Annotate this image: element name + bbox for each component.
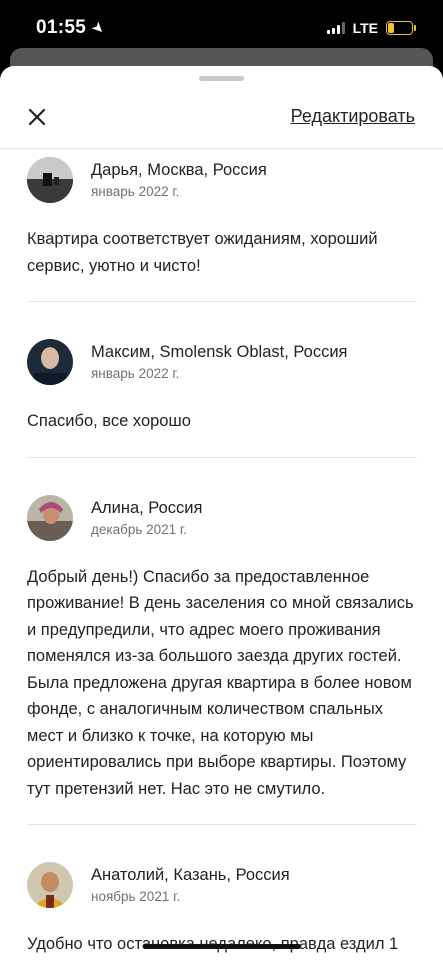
reviews-list: Дарья, Москва, Россия январь 2022 г. Ква… — [27, 156, 417, 960]
close-icon — [28, 108, 46, 126]
reviewer-name: Дарья, Москва, Россия — [91, 161, 267, 179]
status-time: 01:55 ➤ — [36, 17, 109, 39]
location-arrow-icon: ➤ — [87, 17, 109, 39]
review-header: Максим, Smolensk Oblast, Россия январь 2… — [27, 338, 417, 386]
reviewer-meta: Максим, Smolensk Oblast, Россия январь 2… — [91, 342, 347, 382]
review-date: январь 2022 г. — [91, 366, 180, 381]
edit-link[interactable]: Редактировать — [291, 106, 415, 127]
status-indicators: LTE ⚡ — [326, 20, 416, 36]
signal-strength-icon — [326, 22, 345, 34]
review-divider — [27, 824, 417, 825]
review-item: Дарья, Москва, Россия январь 2022 г. Ква… — [27, 156, 417, 302]
header-divider — [0, 148, 443, 149]
review-header: Анатолий, Казань, Россия ноябрь 2021 г. — [27, 861, 417, 909]
review-item: Алина, Россия декабрь 2021 г. Добрый ден… — [27, 494, 417, 825]
review-divider — [27, 301, 417, 302]
avatar[interactable] — [27, 157, 73, 203]
avatar[interactable] — [27, 862, 73, 908]
review-divider — [27, 456, 417, 458]
battery-charging-icon: ⚡ — [386, 21, 416, 35]
review-text: Добрый день!) Спасибо за предоставленное… — [27, 567, 414, 798]
reviewer-meta: Алина, Россия декабрь 2021 г. — [91, 498, 202, 538]
reviewer-meta: Дарья, Москва, Россия январь 2022 г. — [91, 160, 267, 200]
reviewer-name: Максим, Smolensk Oblast, Россия — [91, 343, 348, 361]
review-text: Квартира соответствует ожиданиям, хороши… — [27, 230, 378, 275]
network-type: LTE — [352, 20, 378, 36]
review-text: Спасибо, все хорошо — [27, 412, 191, 430]
review-date: декабрь 2021 г. — [91, 521, 187, 537]
reviewer-name: Алина, Россия — [91, 498, 203, 517]
avatar[interactable] — [27, 339, 73, 385]
review-date: январь 2022 г. — [91, 184, 180, 199]
review-header: Алина, Россия декабрь 2021 г. — [27, 494, 417, 542]
close-button[interactable] — [24, 104, 50, 130]
sheet-grabber[interactable] — [199, 76, 244, 81]
clock: 01:55 — [36, 17, 87, 38]
home-indicator[interactable] — [143, 944, 301, 949]
review-item: Максим, Smolensk Oblast, Россия январь 2… — [27, 338, 417, 458]
review-header: Дарья, Москва, Россия январь 2022 г. — [27, 156, 417, 204]
review-date: ноябрь 2021 г. — [91, 889, 181, 904]
reviewer-name: Анатолий, Казань, Россия — [91, 866, 290, 884]
avatar[interactable] — [27, 494, 73, 541]
reviewer-meta: Анатолий, Казань, Россия ноябрь 2021 г. — [91, 865, 290, 905]
reviews-sheet: Редактировать Дарья, Москва, Россия янва… — [0, 66, 443, 960]
